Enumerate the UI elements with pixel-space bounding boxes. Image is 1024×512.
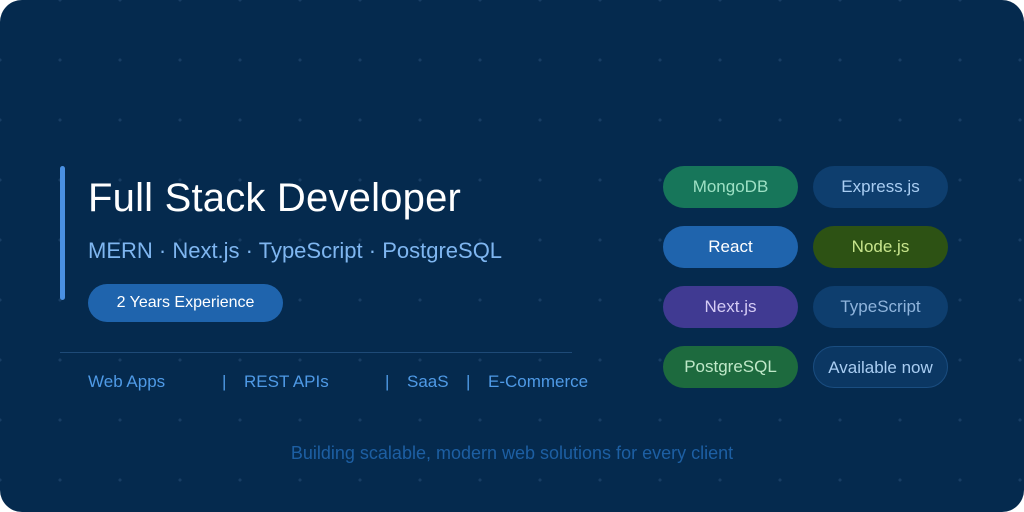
profile-card: Full Stack Developer MERN · Next.js · Ty…: [0, 0, 1024, 512]
pill-postgresql: PostgreSQL: [663, 346, 798, 388]
service-separator: |: [466, 372, 471, 391]
service-e-commerce: E-Commerce: [488, 372, 589, 391]
accent-bar: [60, 166, 65, 300]
pill-typescript: TypeScript: [813, 286, 948, 328]
tech-stack-subtitle: MERN · Next.js · TypeScript · PostgreSQL: [88, 238, 503, 263]
footer-tagline: Building scalable, modern web solutions …: [290, 443, 734, 463]
divider: [60, 352, 572, 353]
pill-expressjs: Express.js: [813, 166, 948, 208]
service-separator: |: [385, 372, 390, 391]
experience-badge: 2 Years Experience: [88, 284, 283, 322]
pill-nextjs: Next.js: [663, 286, 798, 328]
pill-mongodb: MongoDB: [663, 166, 798, 208]
pill-react: React: [663, 226, 798, 268]
service-web-apps: Web Apps: [88, 372, 166, 391]
service-separator: |: [222, 372, 227, 391]
services-list: Web Apps | REST APIs | SaaS | E-Commerce: [0, 372, 640, 396]
service-rest-apis: REST APIs: [244, 372, 329, 391]
service-saas: SaaS: [407, 372, 449, 391]
pill-available-now: Available now: [813, 346, 948, 388]
pill-nodejs: Node.js: [813, 226, 948, 268]
page-title: Full Stack Developer: [88, 176, 462, 220]
